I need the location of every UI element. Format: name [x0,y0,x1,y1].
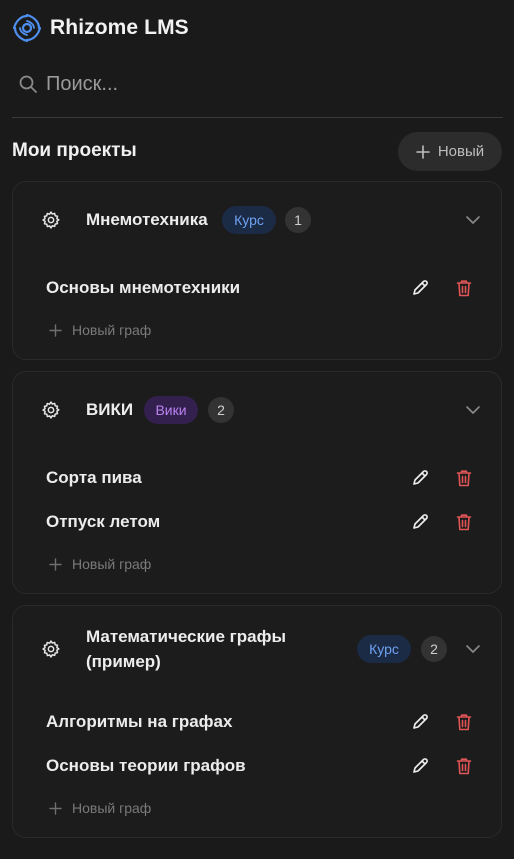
app-header: Rhizome LMS [12,12,189,44]
plus-icon [49,801,62,815]
graph-row[interactable]: Алгоритмы на графах [13,706,501,738]
new-project-button[interactable]: Новый [398,132,502,171]
graph-row[interactable]: Основы теории графов [13,750,501,782]
project-card: ВИКИ Вики 2 Сорта пива Отпуск летом Новы… [12,371,502,594]
project-name: ВИКИ [86,400,134,419]
trash-icon[interactable] [456,713,472,731]
add-graph-button[interactable]: Новый граф [49,556,151,572]
section-title: Мои проекты [12,140,137,161]
add-graph-label: Новый граф [72,556,152,572]
graph-title[interactable]: Основы теории графов [46,756,246,776]
project-header[interactable]: Математические графы (пример) Курс 2 [13,625,501,673]
gear-icon[interactable] [41,210,61,230]
project-header[interactable]: Мнемотехника Курс 1 [13,206,501,234]
add-graph-button[interactable]: Новый граф [49,800,151,816]
project-header[interactable]: ВИКИ Вики 2 [13,396,501,424]
add-graph-label: Новый граф [72,800,152,816]
gear-icon[interactable] [41,639,61,659]
chevron-down-icon[interactable] [465,641,481,657]
pencil-icon[interactable] [411,279,429,297]
graph-title[interactable]: Алгоритмы на графах [46,712,232,732]
project-card: Мнемотехника Курс 1 Основы мнемотехники … [12,181,502,360]
graph-count-badge: 2 [208,397,234,423]
trash-icon[interactable] [456,469,472,487]
pencil-icon[interactable] [411,469,429,487]
search-bar [12,62,502,106]
chevron-down-icon[interactable] [465,402,481,418]
graph-title[interactable]: Основы мнемотехники [46,278,240,298]
add-graph-button[interactable]: Новый граф [49,322,151,338]
search-input[interactable] [46,72,502,96]
plus-icon [49,323,62,337]
graph-title[interactable]: Отпуск летом [46,512,160,532]
chevron-down-icon[interactable] [465,212,481,228]
project-type-badge: Курс [222,206,276,234]
search-icon [19,75,37,93]
plus-icon [49,557,62,571]
pencil-icon[interactable] [411,513,429,531]
project-type-badge: Вики [144,396,198,424]
project-name: Мнемотехника [86,210,208,229]
plus-icon [416,144,430,159]
project-card: Математические графы (пример) Курс 2 Алг… [12,605,502,838]
pencil-icon[interactable] [411,757,429,775]
trash-icon[interactable] [456,279,472,297]
trash-icon[interactable] [456,757,472,775]
project-type-badge: Курс [357,635,411,663]
trash-icon[interactable] [456,513,472,531]
gear-icon[interactable] [41,400,61,420]
graph-count-badge: 1 [285,207,311,233]
project-name-line1: Математические графы [86,627,286,646]
project-name-line2: (пример) [86,652,161,671]
add-graph-label: Новый граф [72,322,152,338]
divider [12,117,503,118]
new-project-label: Новый [437,143,485,160]
graph-title[interactable]: Сорта пива [46,468,142,488]
pencil-icon[interactable] [411,713,429,731]
graph-row[interactable]: Основы мнемотехники [13,272,501,304]
rhizome-logo-icon[interactable] [12,13,42,43]
graph-row[interactable]: Сорта пива [13,462,501,494]
graph-row[interactable]: Отпуск летом [13,506,501,538]
graph-count-badge: 2 [421,636,447,662]
app-title: Rhizome LMS [50,16,189,39]
